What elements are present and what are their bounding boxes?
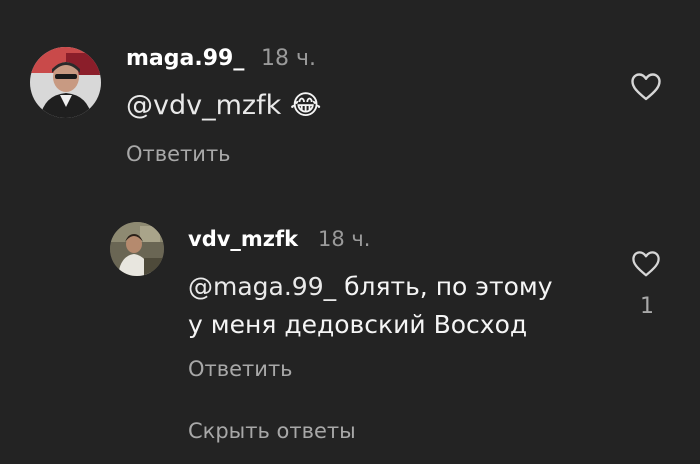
tears-of-joy-emoji: 😂 [289, 90, 322, 121]
heart-outline-icon[interactable] [631, 250, 661, 278]
reply-text-line-1: @maga.99_ блять, по этому [188, 272, 553, 301]
reply-username[interactable]: vdv_mzfk [188, 227, 298, 251]
mention-link[interactable]: @maga.99_ [188, 272, 336, 301]
hide-replies-button[interactable]: Скрыть ответы [188, 419, 356, 443]
reply-text-line-2: у меня дедовский Восход [188, 310, 528, 339]
comment-username[interactable]: maga.99_ [126, 46, 244, 71]
reply-button[interactable]: Ответить [188, 357, 293, 381]
mention-link[interactable]: @vdv_mzfk [126, 90, 281, 121]
comment-text: @vdv_mzfk 😂 [126, 87, 321, 125]
reply-timestamp: 18 ч. [318, 227, 371, 251]
avatar[interactable] [30, 47, 101, 118]
reply-text: @maga.99_ блять, по этому у меня дедовск… [188, 268, 608, 344]
like-count: 1 [640, 294, 654, 319]
avatar[interactable] [110, 222, 164, 276]
heart-outline-icon[interactable] [630, 72, 662, 102]
reply-button[interactable]: Ответить [126, 142, 231, 166]
comment-timestamp: 18 ч. [261, 46, 316, 71]
